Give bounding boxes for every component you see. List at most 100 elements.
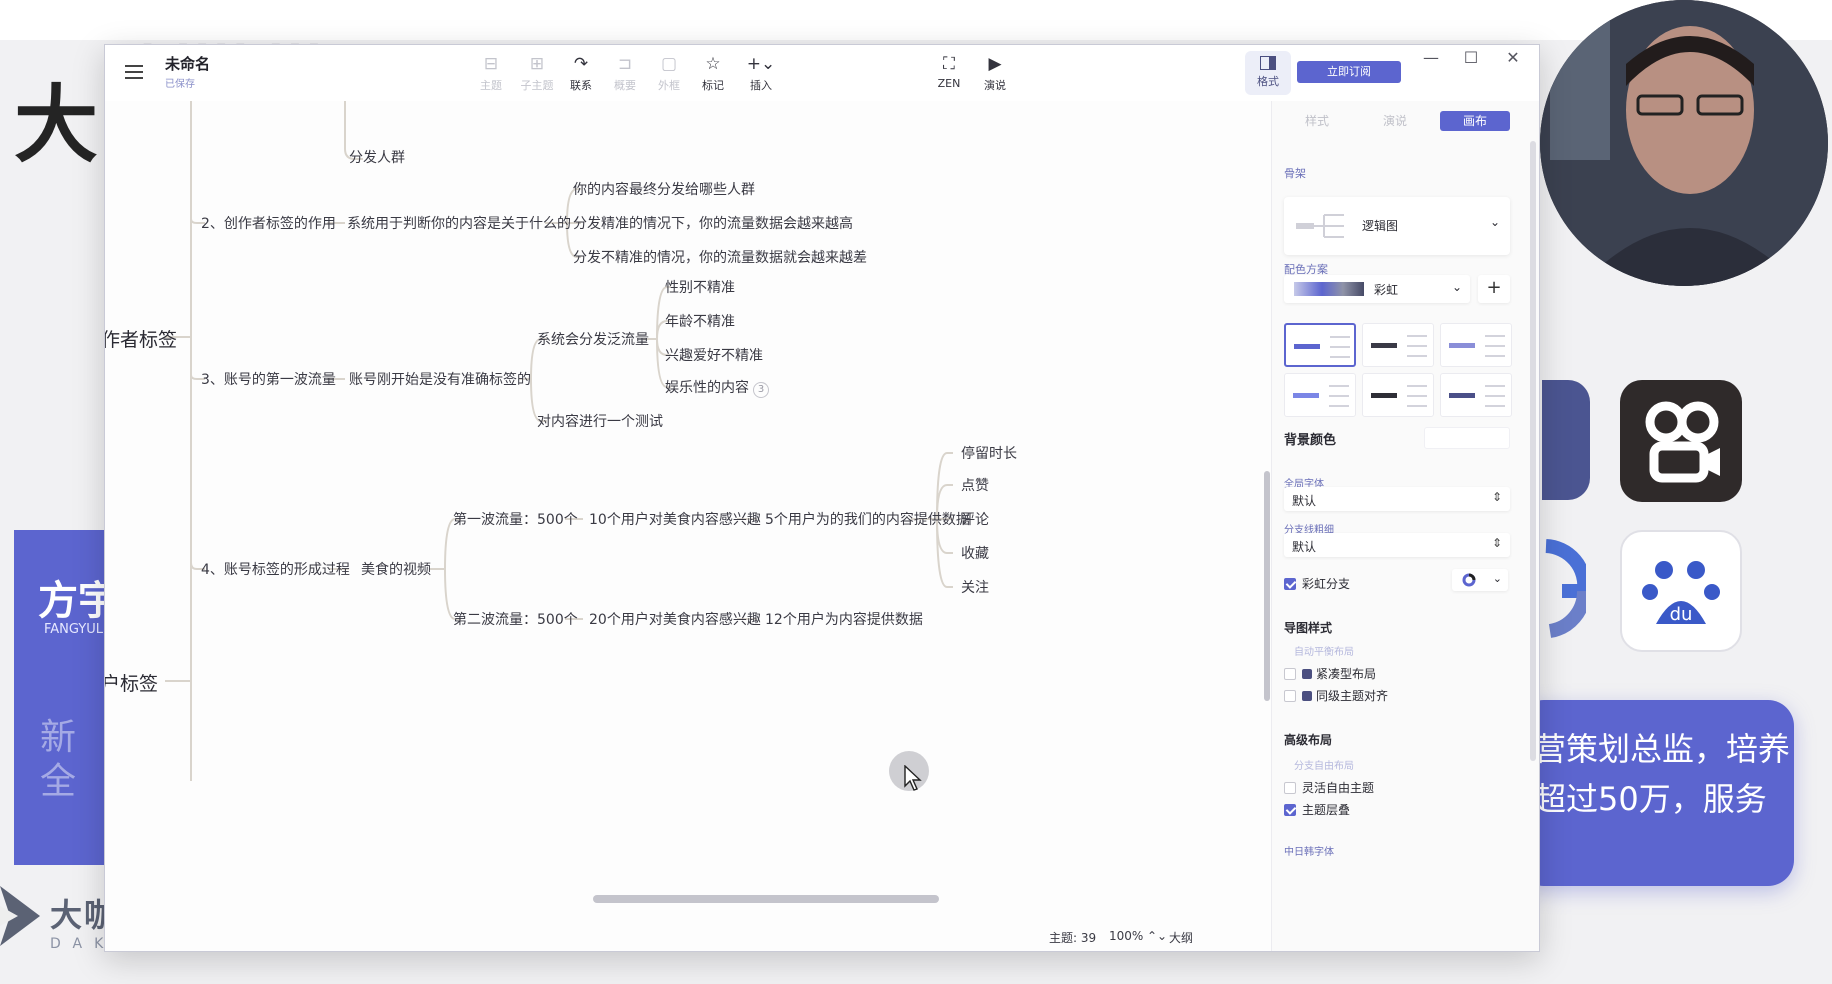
topic-overlap-toggle[interactable]: 主题层叠 (1284, 801, 1350, 818)
global-font-select[interactable]: 默认 ⇕ (1284, 487, 1510, 511)
theme-thumbnail[interactable] (1362, 323, 1434, 367)
save-status: 已保存 (165, 79, 195, 90)
zoom-stepper-icon[interactable]: ⌃⌄ (1147, 929, 1167, 943)
outline-button[interactable]: 大纲 (1169, 929, 1193, 946)
node-branch-3-sub-1[interactable]: 系统会分发泛流量 (537, 329, 649, 349)
node-wave-1-leaf-2[interactable]: 点赞 (961, 475, 989, 495)
slide-right-card-text: 营策划总监，培养 超过50万，服务 (1534, 730, 1791, 818)
node-user-tags[interactable]: 户标签 (105, 669, 158, 696)
node-branch-2-leaf-1[interactable]: 你的内容最终分发给哪些人群 (573, 179, 755, 199)
node-wave-1-leaf-1[interactable]: 停留时长 (961, 443, 1017, 463)
vertical-scroll-thumb[interactable] (1264, 471, 1270, 701)
collapsed-count-badge[interactable]: 3 (753, 382, 769, 398)
slide-big-character: 大 (14, 76, 99, 174)
minimize-button[interactable]: — (1411, 47, 1451, 69)
panel-layout-icon (1260, 56, 1276, 70)
node-branch-2-child[interactable]: 系统用于判断你的内容是关于什么的 (347, 213, 571, 233)
map-style-label: 导图样式 (1284, 621, 1333, 635)
rainbow-branch-toggle[interactable]: 彩虹分支 (1284, 575, 1350, 592)
node-branch-4-child[interactable]: 美食的视频 (361, 559, 431, 579)
tab-present[interactable]: 演说 (1360, 111, 1430, 131)
toolbar-insert-button[interactable]: +⌄ 插入 (735, 53, 787, 93)
tab-style[interactable]: 样式 (1282, 111, 1352, 131)
format-panel: 样式 演说 画布 骨架 逻辑图 ⌄ 配色方案 彩虹 ⌄ + 背景颜色 全局字体 (1271, 101, 1539, 951)
checkbox-checked[interactable] (1284, 804, 1296, 816)
format-label: 格式 (1257, 75, 1279, 88)
node-wave-2-data[interactable]: 12个用户为内容提供数据 (765, 609, 923, 629)
node-branch-4[interactable]: 4、账号标签的形成过程 (201, 559, 350, 579)
rainbow-color-picker[interactable]: ⌄ (1452, 569, 1508, 591)
node-branch-3-leaf-2[interactable]: 年龄不精准 (665, 311, 735, 331)
lock-icon (1302, 691, 1312, 701)
node-branch-2[interactable]: 2、创作者标签的作用 (201, 213, 336, 233)
zen-fullscreen-icon: ⛶ (943, 54, 955, 74)
theme-thumbnail[interactable] (1284, 373, 1356, 417)
slide-left-card-faint-text: 新 全 (40, 717, 77, 802)
canvas-vertical-scrollbar[interactable] (1263, 101, 1271, 921)
node-wave-1-data[interactable]: 5个用户为的我们的内容提供数据 (765, 509, 970, 529)
close-button[interactable]: ✕ (1493, 47, 1533, 69)
align-topics-toggle[interactable]: 同级主题对齐 (1284, 687, 1388, 704)
format-panel-toggle[interactable]: 格式 (1245, 51, 1291, 95)
node-wave-1-leaf-5[interactable]: 关注 (961, 577, 989, 597)
node-wave-1[interactable]: 第一波流量：500个 (453, 509, 578, 529)
node-branch-3[interactable]: 3、账号的第一波流量 (201, 369, 336, 389)
color-scheme-select[interactable]: 彩虹 ⌄ (1284, 275, 1470, 303)
scheme-value: 彩虹 (1374, 283, 1399, 297)
node-branch-3-sub-2[interactable]: 对内容进行一个测试 (537, 411, 663, 431)
node-wave-1-leaf-3[interactable]: 评论 (961, 509, 989, 529)
panel-tabs: 样式 演说 画布 (1282, 111, 1514, 131)
checkbox-checked[interactable] (1284, 578, 1296, 590)
checkbox-unchecked[interactable] (1284, 690, 1296, 702)
document-title[interactable]: 未命名 (165, 53, 210, 74)
logic-chart-icon (1296, 214, 1344, 238)
panel-scrollbar[interactable] (1530, 141, 1536, 761)
toolbar-topic-button[interactable]: ⊟ 主题 (465, 53, 517, 93)
dakaketang-logo-icon (0, 886, 40, 946)
chevron-down-icon: ⌄ (1489, 215, 1500, 229)
flexible-topic-toggle[interactable]: 灵活自由主题 (1284, 779, 1374, 796)
marker-icon: ☆ (705, 54, 721, 74)
zoom-level[interactable]: 100% (1109, 929, 1143, 943)
node-wave-1-leaf-4[interactable]: 收藏 (961, 543, 989, 563)
cjk-font-label: 中日韩字体 (1284, 847, 1334, 858)
node-branch-2-leaf-2[interactable]: 分发精准的情况下，你的流量数据会越来越高 (573, 213, 853, 233)
toolbar-present-button[interactable]: ▶ 演说 (969, 53, 1021, 93)
branch-width-select[interactable]: 默认 ⇕ (1284, 533, 1510, 557)
node-author-tags[interactable]: 作者标签 (105, 325, 177, 352)
checkbox-unchecked[interactable] (1284, 782, 1296, 794)
updown-icon: ⇕ (1491, 490, 1502, 504)
hamburger-menu-icon[interactable] (125, 65, 143, 79)
toolbar-marker-button[interactable]: ☆ 标记 (687, 53, 739, 93)
node-distribution-audience[interactable]: 分发人群 (349, 147, 405, 167)
toolbar-zen-button[interactable]: ⛶ ZEN (923, 53, 975, 90)
slide-left-card-subtitle: FANGYUL (44, 622, 104, 637)
insert-icon: +⌄ (746, 54, 776, 74)
background-color-swatch[interactable] (1424, 427, 1510, 449)
tab-canvas[interactable]: 画布 (1440, 111, 1510, 131)
node-branch-2-leaf-3[interactable]: 分发不精准的情况，你的流量数据就会越来越差 (573, 247, 867, 267)
node-branch-3-leaf-1[interactable]: 性别不精准 (665, 277, 735, 297)
add-scheme-button[interactable]: + (1478, 275, 1510, 303)
compact-layout-toggle[interactable]: 紧凑型布局 (1284, 665, 1376, 682)
node-wave-2-interest[interactable]: 20个用户对美食内容感兴趣 (589, 609, 761, 629)
google-icon-partial (1545, 539, 1586, 638)
canvas-horizontal-scrollbar[interactable] (593, 895, 939, 903)
updown-icon: ⇕ (1491, 536, 1502, 550)
node-wave-2[interactable]: 第二波流量：500个 (453, 609, 578, 629)
node-branch-3-leaf-3[interactable]: 兴趣爱好不精准 (665, 345, 763, 365)
theme-thumbnail[interactable] (1362, 373, 1434, 417)
mindmap-canvas[interactable]: 分发人群 作者标签 户标签 2、创作者标签的作用 系统用于判断你的内容是关于什么… (105, 101, 1271, 921)
maximize-button[interactable]: ☐ (1451, 47, 1491, 69)
node-branch-3-leaf-4[interactable]: 娱乐性的内容 3 (665, 377, 769, 398)
subscribe-button[interactable]: 立即订阅 (1297, 61, 1401, 83)
webcam-overlay (1540, 0, 1828, 286)
node-branch-3-child[interactable]: 账号刚开始是没有准确标签的 (349, 369, 531, 389)
topic-count: 主题: 39 (1049, 931, 1097, 945)
theme-thumbnail[interactable] (1440, 323, 1512, 367)
checkbox-unchecked[interactable] (1284, 668, 1296, 680)
node-wave-1-interest[interactable]: 10个用户对美食内容感兴趣 (589, 509, 761, 529)
theme-thumbnail[interactable] (1440, 373, 1512, 417)
skeleton-select[interactable]: 逻辑图 ⌄ (1284, 197, 1510, 255)
theme-thumbnail[interactable] (1284, 323, 1356, 367)
